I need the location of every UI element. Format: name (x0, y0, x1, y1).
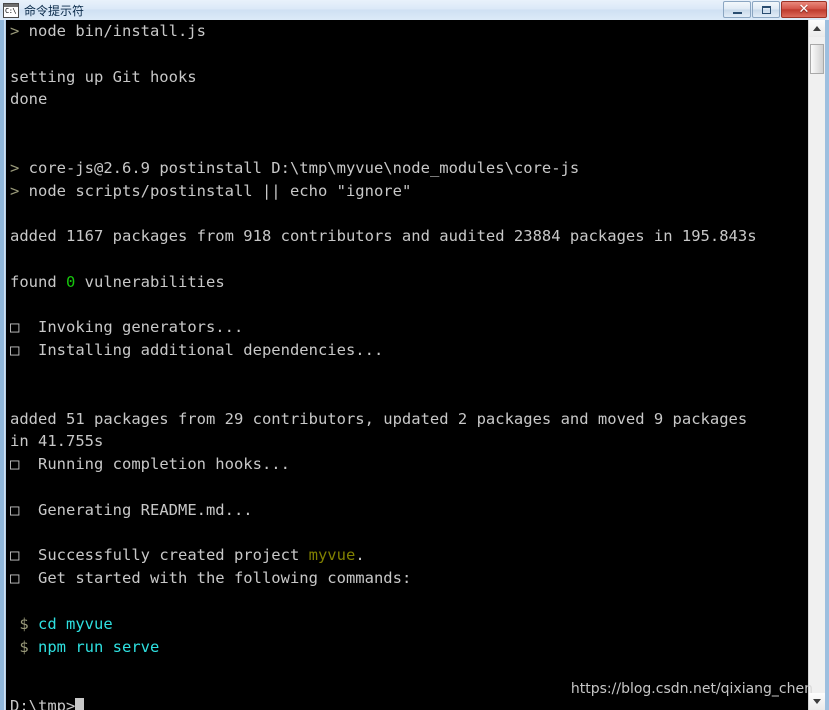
console-line: □ Running completion hooks... (10, 453, 810, 476)
console-text: Generating README.md... (19, 500, 253, 519)
console-text: . (355, 546, 365, 565)
console-line: added 1167 packages from 918 contributor… (10, 225, 810, 248)
console-line: □ Get started with the following command… (10, 567, 810, 590)
console-text: added 51 packages from 29 contributors, … (10, 409, 748, 428)
console-text: > (10, 22, 29, 40)
console-text: vulnerabilities (75, 272, 225, 291)
console-line: □ Generating README.md... (10, 499, 810, 522)
console-line: done (10, 88, 810, 111)
console-line: $ npm run serve (10, 636, 810, 659)
console-text: myvue (308, 546, 356, 565)
console-text: added 1167 packages from 918 contributor… (10, 227, 757, 246)
console-text: > (10, 181, 29, 200)
console-line: setting up Git hooks (10, 66, 810, 89)
close-button[interactable]: ✕ (781, 1, 827, 18)
console-text: $ (10, 614, 38, 633)
console-text: > (10, 158, 29, 177)
console-text: node bin/install.js (28, 22, 206, 40)
console-text: cd myvue (38, 614, 113, 633)
console-line: □ Invoking generators... (10, 316, 810, 339)
console-text: Successfully created project (19, 546, 309, 565)
console-line: □ Successfully created project myvue. (10, 544, 810, 567)
window-controls: ✕ (722, 1, 827, 18)
console-line: > node scripts/postinstall || echo "igno… (10, 180, 810, 203)
console-text: in 41.755s (10, 432, 104, 451)
console-text: node scripts/postinstall || echo "ignore… (28, 181, 412, 200)
console-text: Running completion hooks... (19, 455, 290, 474)
console-text: 0 (66, 272, 76, 291)
console-text: Installing additional dependencies... (19, 341, 384, 360)
console-text: setting up Git hooks (10, 67, 197, 86)
console-text: found (10, 272, 66, 291)
console-text: □ (10, 455, 20, 474)
console-text: done (10, 90, 48, 109)
console-text: □ (10, 341, 20, 360)
console-line: found 0 vulnerabilities (10, 271, 810, 294)
console-output: > node bin/install.js setting up Git hoo… (10, 20, 810, 710)
console-body[interactable]: > node bin/install.js setting up Git hoo… (0, 20, 829, 710)
console-text: core-js@2.6.9 postinstall D:\tmp\myvue\n… (28, 158, 580, 177)
scroll-up-arrow-icon[interactable] (809, 20, 825, 37)
console-line: added 51 packages from 29 contributors, … (10, 408, 810, 431)
console-text: $ (10, 637, 38, 656)
title-bar[interactable]: 命令提示符 ✕ (0, 0, 829, 20)
text-cursor (75, 698, 85, 710)
console-line: > core-js@2.6.9 postinstall D:\tmp\myvue… (10, 157, 810, 180)
console-text: Get started with the following commands: (19, 569, 412, 588)
console-text: □ (10, 500, 20, 519)
console-line: □ Installing additional dependencies... (10, 339, 810, 362)
console-line: $ cd myvue (10, 613, 810, 636)
scrollbar-thumb[interactable] (810, 44, 824, 74)
screen: 命令提示符 ✕ > node bin/install.js setting up… (0, 0, 829, 710)
console-text: Invoking generators... (19, 318, 244, 337)
console-line: > node bin/install.js (10, 20, 810, 43)
console-line: in 41.755s (10, 430, 810, 453)
window-title: 命令提示符 (24, 3, 85, 18)
cmd-icon (3, 2, 19, 18)
console-text: □ (10, 569, 20, 588)
minimize-button[interactable] (723, 1, 751, 18)
prompt-path: D:\tmp> (10, 697, 76, 710)
console-text: □ (10, 546, 20, 565)
vertical-scrollbar[interactable] (808, 20, 825, 710)
console-text: npm run serve (38, 637, 160, 656)
console-text: □ (10, 318, 20, 337)
watermark-url: https://blog.csdn.net/qixiang_chen (570, 681, 813, 697)
maximize-button[interactable] (752, 1, 780, 18)
command-prompt-window: 命令提示符 ✕ > node bin/install.js setting up… (0, 0, 829, 710)
command-prompt-line[interactable]: D:\tmp> (10, 695, 85, 710)
